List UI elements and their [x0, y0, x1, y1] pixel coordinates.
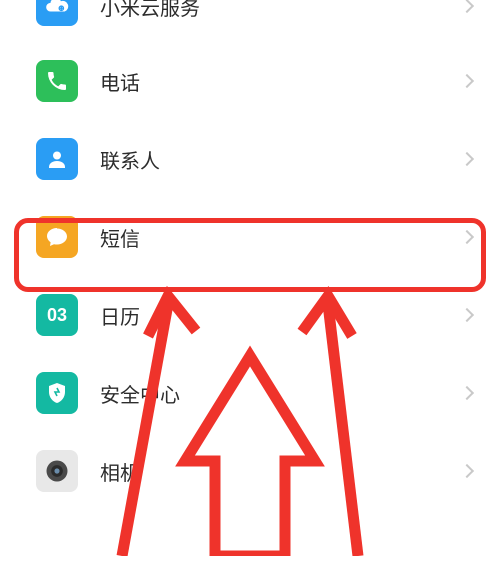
item-label: 联系人 [100, 145, 462, 174]
list-item-sms[interactable]: 短信 [0, 198, 500, 276]
chevron-right-icon [460, 74, 474, 88]
calendar-icon: 03 [36, 294, 78, 336]
camera-icon [36, 450, 78, 492]
settings-list: 小米云服务 电话 联系人 短信 03 日历 安全中心 [0, 0, 500, 510]
item-label: 安全中心 [100, 379, 462, 408]
shield-icon [36, 372, 78, 414]
item-label: 日历 [100, 301, 462, 330]
chevron-right-icon [460, 464, 474, 478]
item-label: 相机 [100, 457, 462, 486]
list-item-security[interactable]: 安全中心 [0, 354, 500, 432]
item-label: 电话 [100, 67, 462, 96]
list-item-phone[interactable]: 电话 [0, 42, 500, 120]
list-item-contact[interactable]: 联系人 [0, 120, 500, 198]
chevron-right-icon [460, 0, 474, 13]
chevron-right-icon [460, 152, 474, 166]
chevron-right-icon [460, 230, 474, 244]
item-label: 短信 [100, 223, 462, 252]
cloud-icon [36, 0, 78, 26]
phone-icon [36, 60, 78, 102]
item-label: 小米云服务 [100, 0, 462, 21]
calendar-badge: 03 [47, 305, 67, 326]
contact-icon [36, 138, 78, 180]
chevron-right-icon [460, 386, 474, 400]
sms-icon [36, 216, 78, 258]
chevron-right-icon [460, 308, 474, 322]
list-item-calendar[interactable]: 03 日历 [0, 276, 500, 354]
list-item-camera[interactable]: 相机 [0, 432, 500, 510]
list-item-cloud[interactable]: 小米云服务 [0, 0, 500, 42]
